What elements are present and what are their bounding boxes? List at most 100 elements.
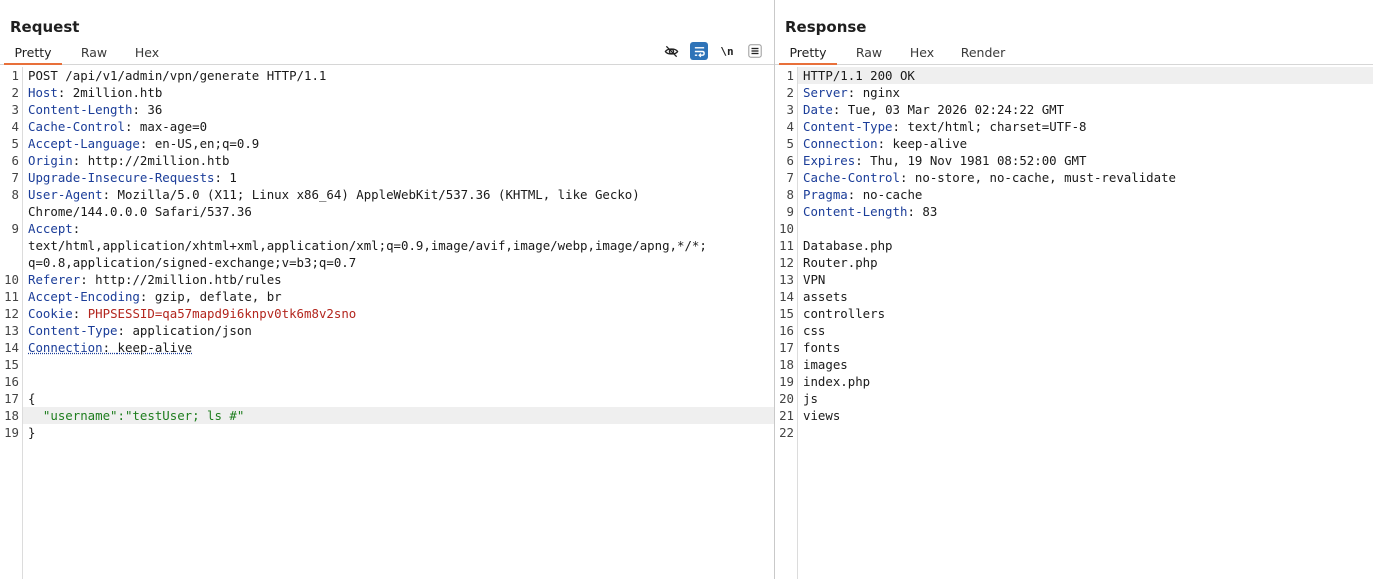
body-line: Router.php — [803, 255, 878, 270]
line-number: 10 — [779, 221, 794, 236]
body-line: js — [803, 391, 818, 406]
header-key: Expires — [803, 153, 856, 168]
header-line-upgrade-insecure: Upgrade-Insecure-Requests: 1 — [28, 170, 237, 185]
newline-toggle-button[interactable]: \n — [718, 42, 736, 60]
tab-pretty[interactable]: Pretty — [4, 43, 62, 65]
header-key: User-Agent — [28, 187, 103, 202]
tab-raw[interactable]: Raw — [72, 43, 116, 65]
response-code: HTTP/1.1 200 OK Server: nginx Date: Tue,… — [798, 67, 1373, 579]
line-number: 11 — [4, 289, 19, 304]
response-editor[interactable]: 1 2 3 4 5 6 7 8 9 10 11 12 13 14 15 16 1… — [775, 67, 1373, 579]
line-number: 13 — [779, 272, 794, 287]
line-number: 9 — [11, 221, 19, 236]
line-number: 20 — [779, 391, 794, 406]
line-number: 19 — [4, 425, 19, 440]
json-line-username: "username":"testUser; ls #" — [23, 407, 774, 424]
header-line-user-agent: User-Agent: Mozilla/5.0 (X11; Linux x86_… — [28, 187, 640, 202]
header-value: no-store, no-cache, must-revalidate — [914, 170, 1176, 185]
line-number: 17 — [779, 340, 794, 355]
line-number: 5 — [786, 136, 794, 151]
header-key: Server — [803, 85, 848, 100]
line-number: 6 — [786, 153, 794, 168]
line-number: 22 — [779, 425, 794, 440]
request-panel: Request Pretty Raw Hex \n 1 2 3 4 5 6 7 … — [0, 0, 774, 579]
header-line-accept-cont: text/html,application/xhtml+xml,applicat… — [23, 237, 774, 254]
line-number: 1 — [786, 68, 794, 83]
line-number: 14 — [4, 340, 19, 355]
header-line-connection: Connection: keep-alive — [28, 340, 193, 355]
header-key: Cookie — [28, 306, 73, 321]
tab-pretty[interactable]: Pretty — [779, 43, 837, 65]
header-key: Accept-Language — [28, 136, 140, 151]
line-number: 10 — [4, 272, 19, 287]
header-key: Origin — [28, 153, 73, 168]
body-line: images — [803, 357, 848, 372]
body-line: controllers — [803, 306, 886, 321]
header-key: Date — [803, 102, 833, 117]
header-line-content-type: Content-Type: application/json — [28, 323, 252, 338]
json-close-brace: } — [28, 425, 36, 440]
header-value: http://2million.htb — [87, 153, 230, 168]
header-value: 83 — [922, 204, 938, 219]
wrap-lines-icon[interactable] — [690, 42, 708, 60]
header-value: keep-alive — [892, 136, 968, 151]
response-title: Response — [785, 18, 867, 36]
tab-render[interactable]: Render — [953, 43, 1013, 65]
header-key: Content-Type — [28, 323, 118, 338]
header-line-content-length: Content-Length: 83 — [803, 204, 938, 219]
line-number: 3 — [786, 102, 794, 117]
line-number: 5 — [11, 136, 19, 151]
body-line: fonts — [803, 340, 841, 355]
header-key: Content-Length — [28, 102, 133, 117]
menu-icon[interactable] — [746, 42, 764, 60]
header-value: text/html,application/xhtml+xml,applicat… — [28, 238, 707, 253]
header-line-pragma: Pragma: no-cache — [803, 187, 923, 202]
header-value: text/html; charset=UTF-8 — [907, 119, 1087, 134]
header-value: nginx — [862, 85, 900, 100]
header-line-referer: Referer: http://2million.htb/rules — [28, 272, 282, 287]
line-number: 2 — [786, 85, 794, 100]
line-number: 7 — [11, 170, 19, 185]
header-line-accept-cont: q=0.8,application/signed-exchange;v=b3;q… — [23, 254, 774, 271]
request-editor[interactable]: 1 2 3 4 5 6 7 8 9 10 11 12 13 14 15 16 1… — [0, 67, 774, 579]
line-number: 9 — [786, 204, 794, 219]
body-line: assets — [803, 289, 848, 304]
header-line-origin: Origin: http://2million.htb — [28, 153, 230, 168]
header-key: Pragma — [803, 187, 848, 202]
header-value: 2million.htb — [72, 85, 163, 100]
header-line-cache-control: Cache-Control: no-store, no-cache, must-… — [803, 170, 1176, 185]
http-message-editor: Request Pretty Raw Hex \n 1 2 3 4 5 6 7 … — [0, 0, 1373, 579]
line-number: 15 — [779, 306, 794, 321]
line-number: 17 — [4, 391, 19, 406]
line-number: 7 — [786, 170, 794, 185]
header-line-connection: Connection: keep-alive — [803, 136, 968, 151]
header-value: en-US,en;q=0.9 — [154, 136, 260, 151]
body-line: index.php — [803, 374, 871, 389]
tab-hex[interactable]: Hex — [127, 43, 167, 65]
request-line-text: POST /api/v1/admin/vpn/generate HTTP/1.1 — [28, 68, 327, 83]
request-title: Request — [10, 18, 80, 36]
header-line-expires: Expires: Thu, 19 Nov 1981 08:52:00 GMT — [803, 153, 1087, 168]
response-panel: Response Pretty Raw Hex Render 1 2 3 4 5… — [775, 0, 1373, 579]
line-number: 12 — [779, 255, 794, 270]
line-number: 16 — [779, 323, 794, 338]
header-key: Content-Length — [803, 204, 908, 219]
header-value: 1 — [229, 170, 237, 185]
header-line-accept: Accept: — [28, 221, 81, 236]
tab-hex[interactable]: Hex — [902, 43, 942, 65]
line-number: 14 — [779, 289, 794, 304]
header-key: Host — [28, 85, 58, 100]
line-number: 12 — [4, 306, 19, 321]
request-code: POST /api/v1/admin/vpn/generate HTTP/1.1… — [23, 67, 774, 579]
eye-off-icon[interactable] — [662, 42, 680, 60]
header-key: Referer — [28, 272, 81, 287]
status-line: HTTP/1.1 200 OK — [798, 67, 1373, 84]
header-line-content-length: Content-Length: 36 — [28, 102, 163, 117]
header-value: Tue, 03 Mar 2026 02:24:22 GMT — [847, 102, 1065, 117]
header-value: gzip, deflate, br — [154, 289, 282, 304]
cookie-value: PHPSESSID=qa57mapd9i6knpv0tk6m8v2sno — [87, 306, 357, 321]
tab-raw[interactable]: Raw — [847, 43, 891, 65]
line-number: 8 — [786, 187, 794, 202]
header-key: Cache-Control — [28, 119, 125, 134]
header-value: Chrome/144.0.0.0 Safari/537.36 — [28, 204, 252, 219]
